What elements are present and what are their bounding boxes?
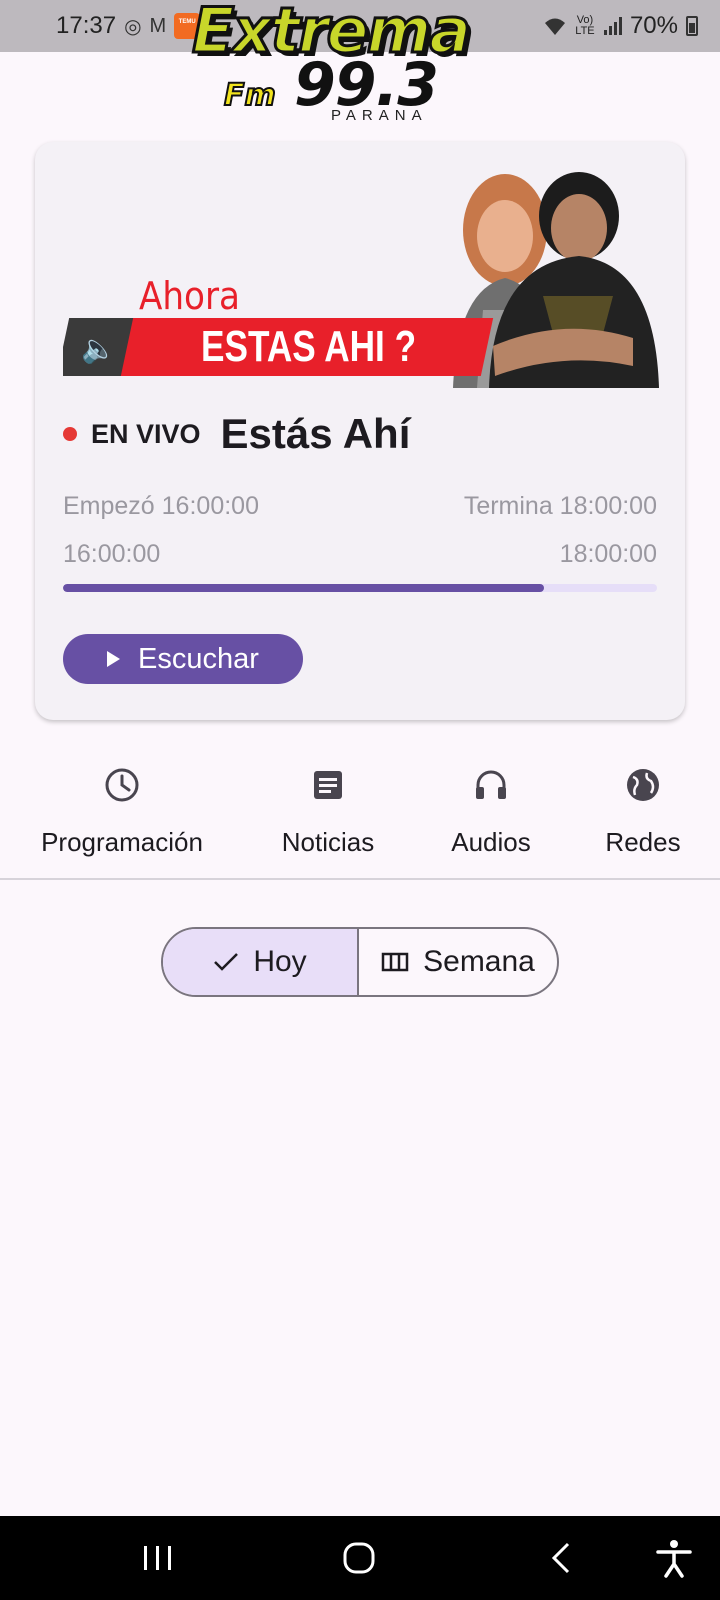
logo-fm: Fm: [223, 77, 277, 114]
tab-audios[interactable]: Audios: [440, 745, 542, 858]
station-logo: Extrema Fm 99.3 PARANA: [186, 0, 536, 125]
start-label: Empezó 16:00:00: [63, 492, 259, 520]
tab-redes[interactable]: Redes: [596, 745, 690, 858]
time-range-row: 16:00:00 18:00:00: [63, 540, 657, 569]
tab-label: Audios: [451, 827, 531, 857]
now-playing-card: Ahora 🔈 ESTAS AHI ? EN VIVO Estás Ahí Em…: [35, 142, 685, 720]
play-icon: [107, 651, 121, 667]
tab-label: Programación: [41, 827, 203, 857]
status-left: 17:37 ◎ M TEMU: [56, 12, 201, 40]
tab-label: Redes: [605, 827, 681, 857]
headphones-icon: [476, 770, 506, 799]
signal-icon: [603, 17, 622, 35]
tab-programacion[interactable]: Programación: [34, 745, 210, 858]
globe-icon: [627, 769, 659, 801]
show-progress-fill: [63, 584, 545, 592]
segment-hoy[interactable]: Hoy: [163, 929, 359, 995]
speaker-icon: 🔈: [81, 333, 116, 364]
day-week-toggle: Hoy Semana: [161, 927, 559, 997]
back-icon[interactable]: [540, 1536, 584, 1580]
system-nav-bar: [0, 1516, 720, 1600]
listen-label: Escuchar: [138, 642, 259, 675]
recent-apps-icon[interactable]: [136, 1536, 180, 1580]
live-dot-icon: [63, 427, 77, 441]
whatsapp-icon: ◎: [124, 15, 142, 38]
show-name: Estás Ahí: [220, 410, 411, 457]
volte-icon: Vo) LTE: [575, 14, 595, 37]
status-time: 17:37: [56, 12, 117, 39]
check-icon: [214, 953, 239, 971]
status-right: Vo) LTE 70%: [544, 12, 698, 40]
tab-noticias[interactable]: Noticias: [270, 745, 386, 858]
battery-percent: 70%: [629, 12, 678, 39]
show-progress-bar: [63, 584, 657, 592]
tab-label: Noticias: [281, 827, 375, 857]
listen-button[interactable]: Escuchar: [63, 634, 303, 684]
banner-prefix: Ahora: [139, 274, 240, 318]
host-photo-man: [489, 172, 659, 388]
battery-icon: [686, 16, 698, 36]
now-playing-row: EN VIVO Estás Ahí: [63, 410, 410, 458]
live-label: EN VIVO: [91, 418, 201, 449]
end-label: Termina 18:00:00: [463, 492, 657, 520]
accessibility-icon[interactable]: [652, 1536, 696, 1580]
banner-title: ESTAS AHI ?: [201, 322, 417, 371]
segment-label: Hoy: [253, 945, 307, 978]
calendar-view-week-icon: [381, 952, 409, 972]
article-icon: [314, 771, 342, 799]
section-tabs: Programación Noticias Audios Redes: [0, 745, 720, 880]
home-icon[interactable]: [337, 1536, 381, 1580]
schedule-row: Empezó 16:00:00 Termina 18:00:00: [63, 492, 657, 521]
segment-semana[interactable]: Semana: [359, 929, 557, 995]
gmail-icon: M: [149, 14, 167, 37]
wifi-icon: [544, 18, 565, 35]
segment-label: Semana: [423, 945, 535, 978]
end-time: 18:00:00: [559, 540, 657, 568]
clock-icon: [105, 768, 139, 802]
show-banner-image: Ahora 🔈 ESTAS AHI ?: [63, 156, 659, 388]
logo-city: PARANA: [331, 107, 428, 124]
start-time: 16:00:00: [63, 540, 161, 568]
